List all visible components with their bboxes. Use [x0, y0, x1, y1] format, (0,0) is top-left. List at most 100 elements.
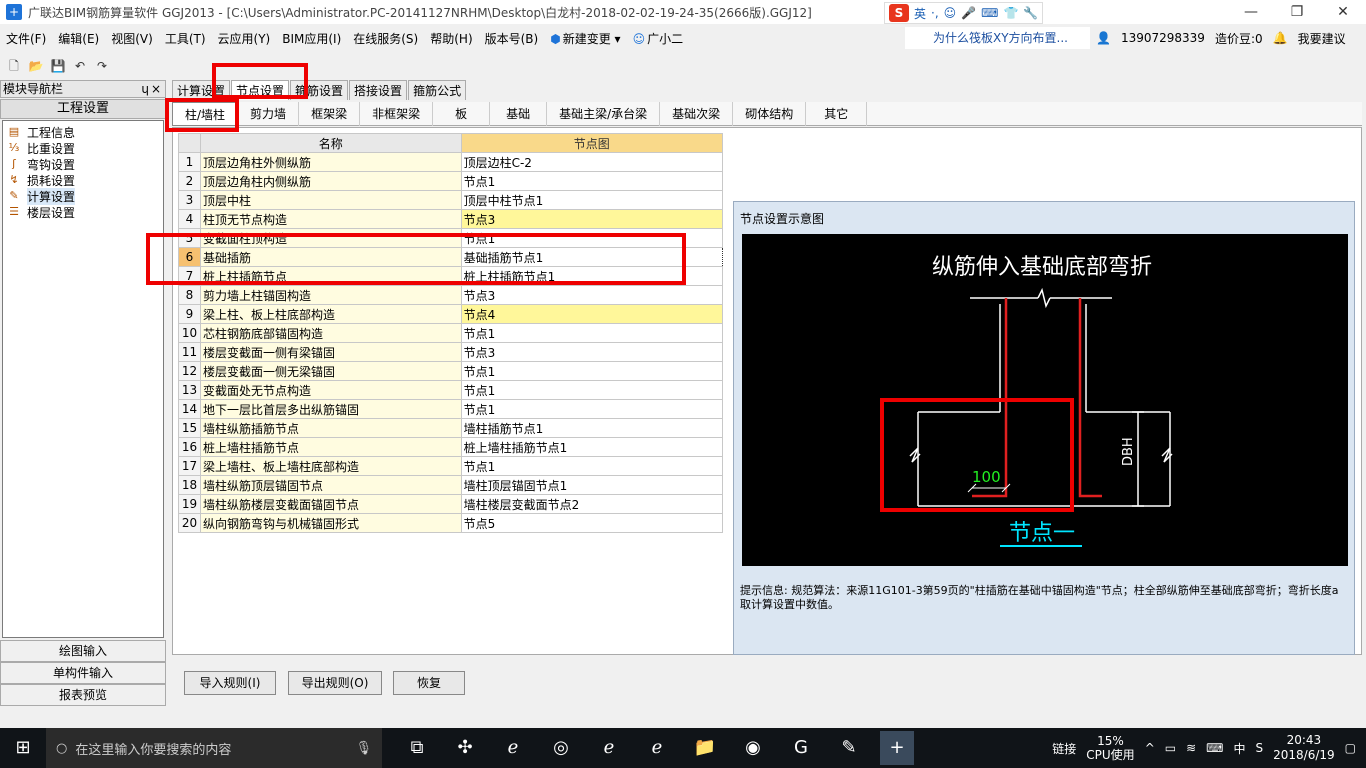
table-row[interactable]: 3 顶层中柱 顶层中柱节点1: [178, 190, 724, 210]
table-row[interactable]: 14 地下一层比首层多出纵筋锚固 节点1: [178, 399, 724, 419]
nav-group-project-settings[interactable]: 工程设置: [0, 99, 166, 119]
windows-start-icon[interactable]: ⊞: [0, 728, 46, 768]
tab-stirrup-formula[interactable]: 箍筋公式: [408, 80, 467, 100]
chat-app-icon[interactable]: ◎: [544, 731, 578, 765]
ime-mic-icon[interactable]: 🎤: [961, 6, 976, 20]
tab-stirrup-settings[interactable]: 箍筋设置: [290, 80, 349, 100]
table-row[interactable]: 18 墙柱纵筋顶层锚固节点 墙柱顶层锚固节点1: [178, 475, 724, 495]
ime-keyboard-icon[interactable]: ⌨: [981, 6, 998, 20]
table-row[interactable]: 5 变截面柱顶构造 节点1: [178, 228, 724, 248]
glodon-g-icon[interactable]: G: [784, 731, 818, 765]
table-row[interactable]: 6 基础插筋 基础插筋节点1: [178, 247, 724, 267]
edge-icon[interactable]: ℯ: [592, 731, 626, 765]
menu-help[interactable]: 帮助(H): [424, 30, 478, 47]
menu-bim[interactable]: BIM应用(I): [276, 30, 347, 47]
tray-battery-icon[interactable]: ▭: [1165, 741, 1176, 755]
cell-node[interactable]: 节点4: [460, 304, 724, 324]
table-row[interactable]: 2 顶层边角柱内侧纵筋 节点1: [178, 171, 724, 191]
tray-wifi-icon[interactable]: ≋: [1186, 741, 1196, 755]
minimize-button[interactable]: —: [1228, 0, 1274, 24]
notes-app-icon[interactable]: ✎: [832, 731, 866, 765]
ie-icon[interactable]: ℯ: [496, 731, 530, 765]
nav-item-calc[interactable]: ✎ 计算设置: [3, 187, 163, 205]
table-row[interactable]: 16 桩上墙柱插筋节点 桩上墙柱插筋节点1: [178, 437, 724, 457]
nav-item-density[interactable]: ⅓ 比重设置: [3, 140, 163, 156]
tray-chevron-icon[interactable]: ^: [1145, 741, 1155, 755]
subtab-frame-beam[interactable]: 框架梁: [299, 102, 361, 126]
cell-node[interactable]: 节点3: [460, 285, 724, 305]
nav-component-input[interactable]: 单构件输入: [0, 662, 166, 684]
ime-punct-icon[interactable]: ·,: [931, 6, 939, 20]
taskbar-search[interactable]: ○ 在这里输入你要搜索的内容 🎙: [46, 728, 382, 768]
coin-balance[interactable]: 造价豆:0: [1215, 30, 1263, 47]
ggj-app-icon[interactable]: +: [880, 731, 914, 765]
table-row[interactable]: 11 楼层变截面一侧有梁锚固 节点3: [178, 342, 724, 362]
ime-tools-icon[interactable]: 🔧: [1023, 6, 1038, 20]
subtab-other[interactable]: 其它: [806, 102, 868, 126]
ie-blue-icon[interactable]: ℯ: [640, 731, 674, 765]
save-icon[interactable]: 💾: [50, 58, 66, 74]
table-row[interactable]: 17 梁上墙柱、板上墙柱底部构造 节点1: [178, 456, 724, 476]
table-row[interactable]: 8 剪力墙上柱锚固构造 节点3: [178, 285, 724, 305]
cell-node[interactable]: 墙柱楼层变截面节点2: [460, 494, 724, 514]
browser-green-icon[interactable]: ◉: [736, 731, 770, 765]
maximize-button[interactable]: ❐: [1274, 0, 1320, 24]
cell-node[interactable]: 桩上墙柱插筋节点1: [460, 437, 724, 457]
tray-clock[interactable]: 20:43 2018/6/19: [1273, 733, 1335, 763]
export-rules-button[interactable]: 导出规则(O): [288, 671, 382, 695]
menu-cloud[interactable]: 云应用(Y): [212, 30, 277, 47]
subtab-foundation-main-beam[interactable]: 基础主梁/承台梁: [547, 102, 661, 126]
cpu-meter[interactable]: 15% CPU使用: [1086, 734, 1134, 762]
tray-sogou-icon[interactable]: S: [1256, 741, 1264, 755]
cell-node[interactable]: 节点1: [460, 323, 724, 343]
ime-emoji-icon[interactable]: ☺: [944, 6, 957, 20]
cell-node[interactable]: 节点1: [460, 361, 724, 381]
subtab-masonry[interactable]: 砌体结构: [733, 102, 807, 126]
cell-node[interactable]: 节点1: [460, 399, 724, 419]
menu-online[interactable]: 在线服务(S): [347, 30, 424, 47]
import-rules-button[interactable]: 导入规则(I): [184, 671, 276, 695]
task-view-icon[interactable]: ⧉: [400, 731, 434, 765]
new-file-icon[interactable]: 🗋: [6, 58, 22, 74]
nav-item-loss[interactable]: ↯ 损耗设置: [3, 172, 163, 188]
table-row[interactable]: 20 纵向钢筋弯钩与机械锚固形式 节点5: [178, 513, 724, 533]
nav-item-project-info[interactable]: ▤ 工程信息: [3, 124, 163, 140]
menu-file[interactable]: 文件(F): [0, 30, 52, 47]
menu-version[interactable]: 版本号(B): [479, 30, 545, 47]
open-folder-icon[interactable]: 📂: [28, 58, 44, 74]
cell-node[interactable]: 节点3: [460, 209, 724, 229]
cell-node[interactable]: 墙柱顶层锚固节点1: [460, 475, 724, 495]
sogou-icon[interactable]: S: [889, 4, 909, 22]
cell-node[interactable]: 节点1: [460, 228, 724, 248]
table-row[interactable]: 7 桩上柱插筋节点 桩上柱插筋节点1: [178, 266, 724, 286]
restore-button[interactable]: 恢复: [393, 671, 465, 695]
table-row[interactable]: 13 变截面处无节点构造 节点1: [178, 380, 724, 400]
tab-node-settings[interactable]: 节点设置: [231, 80, 290, 100]
table-row[interactable]: 9 梁上柱、板上柱底部构造 节点4: [178, 304, 724, 324]
subtab-foundation[interactable]: 基础: [490, 102, 548, 126]
nav-report-preview[interactable]: 报表预览: [0, 684, 166, 706]
cell-node[interactable]: 顶层中柱节点1: [460, 190, 724, 210]
cell-node[interactable]: 节点1: [460, 171, 724, 191]
menu-edit[interactable]: 编辑(E): [52, 30, 105, 47]
bell-icon[interactable]: 🔔: [1273, 31, 1288, 45]
nav-drawing-input[interactable]: 绘图输入: [0, 640, 166, 662]
subtab-foundation-secondary-beam[interactable]: 基础次梁: [660, 102, 734, 126]
tab-lap-settings[interactable]: 搭接设置: [349, 80, 408, 100]
ime-lang[interactable]: 英: [914, 5, 926, 22]
nav-close-icon[interactable]: ×: [151, 81, 161, 97]
ime-shirt-icon[interactable]: 👕: [1003, 6, 1018, 20]
table-row[interactable]: 19 墙柱纵筋楼层变截面锚固节点 墙柱楼层变截面节点2: [178, 494, 724, 514]
nav-item-floor[interactable]: ☰ 楼层设置: [3, 204, 163, 220]
cell-node[interactable]: 节点3: [460, 342, 724, 362]
menu-tools[interactable]: 工具(T): [159, 30, 212, 47]
tab-calc-settings[interactable]: 计算设置: [172, 80, 231, 100]
cell-node[interactable]: 节点1: [460, 380, 724, 400]
menu-new-change[interactable]: ⬢ 新建变更 ▾: [544, 30, 626, 47]
folder-icon[interactable]: 📁: [688, 731, 722, 765]
ad-banner[interactable]: 为什么筏板XY方向布置...: [905, 27, 1090, 49]
header-node[interactable]: 节点图: [460, 133, 724, 153]
table-row[interactable]: 12 楼层变截面一侧无梁锚固 节点1: [178, 361, 724, 381]
cell-node[interactable]: 节点5: [460, 513, 724, 533]
menu-assistant[interactable]: ☺ 广小二: [627, 30, 690, 47]
